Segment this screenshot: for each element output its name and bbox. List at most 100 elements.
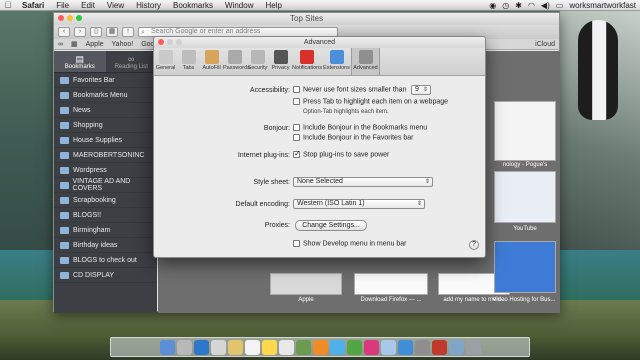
tab-reading-list[interactable]: ∞ Reading List (106, 51, 158, 72)
sidebar-item[interactable]: MAEROBERTSONINC (54, 148, 157, 163)
trash-icon[interactable] (465, 339, 481, 355)
bonjour-favorites-option[interactable]: Include Bonjour in the Favorites bar (293, 134, 414, 141)
menu-file[interactable]: File (50, 1, 75, 10)
top-sites-icon[interactable]: ▦ (106, 27, 118, 37)
menu-bar:  Safari File Edit View History Bookmark… (0, 0, 640, 11)
sidebar-item[interactable]: VINTAGE AD AND COVERS (54, 178, 157, 193)
bonjour-bookmarks-option[interactable]: Include Bonjour in the Bookmarks menu (293, 124, 427, 131)
launchpad-icon[interactable] (176, 339, 192, 355)
menu-safari[interactable]: Safari (16, 1, 50, 10)
tab-passwords[interactable]: Passwords (223, 48, 250, 75)
itunes-icon[interactable] (363, 339, 379, 355)
press-tab-checkbox[interactable] (293, 98, 300, 105)
font-size-select[interactable]: 9 ⇕ (411, 85, 431, 95)
tab-advanced[interactable]: Advanced (351, 48, 380, 75)
show-develop-checkbox[interactable] (293, 240, 300, 247)
show-develop-option[interactable]: Show Develop menu in menu bar (293, 240, 407, 247)
apple-menu-icon[interactable]:  (0, 0, 16, 10)
forward-button[interactable]: › (74, 27, 86, 37)
top-site-apple[interactable] (270, 273, 342, 295)
stop-plugins-checkbox[interactable] (293, 149, 301, 158)
sidebar-item[interactable]: Favorites Bar (54, 73, 157, 88)
back-button[interactable]: ‹ (58, 27, 70, 37)
sidebar-item[interactable]: News (54, 103, 157, 118)
user-name[interactable]: worksmartworkfast (569, 1, 636, 10)
messages-icon[interactable] (329, 339, 345, 355)
app-icon[interactable] (431, 339, 447, 355)
tab-general[interactable]: General (154, 48, 177, 75)
minimize-button[interactable] (67, 15, 73, 21)
reading-list-icon[interactable]: ∞ (58, 41, 63, 48)
bookmark-icloud[interactable]: iCloud (535, 41, 555, 48)
menu-bookmarks[interactable]: Bookmarks (167, 1, 219, 10)
press-tab-option[interactable]: Press Tab to highlight each item on a we… (293, 98, 448, 105)
notes-icon[interactable] (261, 339, 277, 355)
system-preferences-icon[interactable] (414, 339, 430, 355)
help-button[interactable]: ? (469, 240, 479, 250)
maps-icon[interactable] (295, 339, 311, 355)
sidebar-item[interactable]: BLOGS to check out (54, 253, 157, 268)
sidebar-item[interactable]: Birthday ideas (54, 238, 157, 253)
stylesheet-select[interactable]: None Selected ⇕ (293, 177, 433, 187)
menu-edit[interactable]: Edit (75, 1, 101, 10)
menu-help[interactable]: Help (259, 1, 287, 10)
top-site-pogue[interactable] (494, 101, 556, 161)
bookmark-yahoo[interactable]: Yahoo! (112, 41, 134, 48)
prefs-close-button[interactable] (158, 39, 164, 45)
sidebar-item[interactable]: House Supplies (54, 133, 157, 148)
menu-history[interactable]: History (130, 1, 167, 10)
reminders-icon[interactable] (278, 339, 294, 355)
sidebar-item[interactable]: CD DISPLAY (54, 268, 157, 283)
app-store-icon[interactable] (397, 339, 413, 355)
clock-icon[interactable]: ◷ (502, 1, 509, 10)
top-sites-grid-icon[interactable]: ▦ (71, 40, 78, 48)
menu-view[interactable]: View (101, 1, 130, 10)
top-site-firefox[interactable] (354, 273, 428, 295)
tab-notifications[interactable]: Notifications (292, 48, 322, 75)
bookmarks-sidebar: ▤ Bookmarks ∞ Reading List Favorites Bar B… (54, 51, 157, 313)
stop-plugins-option[interactable]: Stop plug-ins to save power (293, 149, 389, 158)
tab-tabs[interactable]: Tabs (177, 48, 200, 75)
top-site-youtube[interactable] (494, 171, 556, 223)
finder-icon[interactable] (159, 339, 175, 355)
tab-security[interactable]: Security (246, 48, 269, 75)
bonjour-favorites-checkbox[interactable] (293, 134, 300, 141)
tab-bookmarks[interactable]: ▤ Bookmarks (54, 51, 106, 72)
change-settings-button[interactable]: Change Settings... (295, 220, 367, 231)
safari-icon[interactable] (193, 339, 209, 355)
preferences-dialog: Advanced General Tabs AutoFill Passwords… (153, 36, 486, 258)
zoom-button[interactable] (76, 15, 82, 21)
sidebar-toggle-icon[interactable]: ▯ (90, 27, 102, 37)
menu-window[interactable]: Window (219, 1, 259, 10)
ibooks-icon[interactable] (380, 339, 396, 355)
encoding-select[interactable]: Western (ISO Latin 1) ⇕ (293, 199, 425, 209)
never-font-option[interactable]: Never use font sizes smaller than (293, 86, 407, 93)
sidebar-item[interactable]: Shopping (54, 118, 157, 133)
sidebar-item[interactable]: Birmingham (54, 223, 157, 238)
wifi-icon[interactable]: ◠ (528, 1, 535, 10)
close-button[interactable] (58, 15, 64, 21)
calendar-icon[interactable] (244, 339, 260, 355)
top-site-video[interactable] (494, 241, 556, 293)
facetime-icon[interactable] (346, 339, 362, 355)
sidebar-item[interactable]: Bookmarks Menu (54, 88, 157, 103)
tab-autofill[interactable]: AutoFill (200, 48, 223, 75)
sidebar-item[interactable]: Scrapbooking (54, 193, 157, 208)
contacts-icon[interactable] (227, 339, 243, 355)
sidebar-item[interactable]: Wordpress (54, 163, 157, 178)
downloads-stack-icon[interactable] (448, 339, 464, 355)
bookmark-apple[interactable]: Apple (86, 41, 104, 48)
bonjour-bookmarks-checkbox[interactable] (293, 124, 300, 131)
sidebar-item[interactable]: BLOGS!! (54, 208, 157, 223)
accessibility-label: Accessibility: (249, 87, 290, 94)
status-icon[interactable]: ◉ (489, 1, 496, 10)
tab-privacy[interactable]: Privacy (269, 48, 292, 75)
share-icon[interactable]: ↑ (122, 27, 134, 37)
firefox-icon[interactable] (312, 339, 328, 355)
never-font-checkbox[interactable] (293, 86, 300, 93)
tab-extensions[interactable]: Extensions (322, 48, 351, 75)
volume-icon[interactable]: ◀) (541, 1, 550, 10)
battery-icon[interactable]: ▭ (556, 1, 564, 10)
mail-icon[interactable] (210, 339, 226, 355)
bluetooth-icon[interactable]: ✱ (515, 1, 522, 10)
